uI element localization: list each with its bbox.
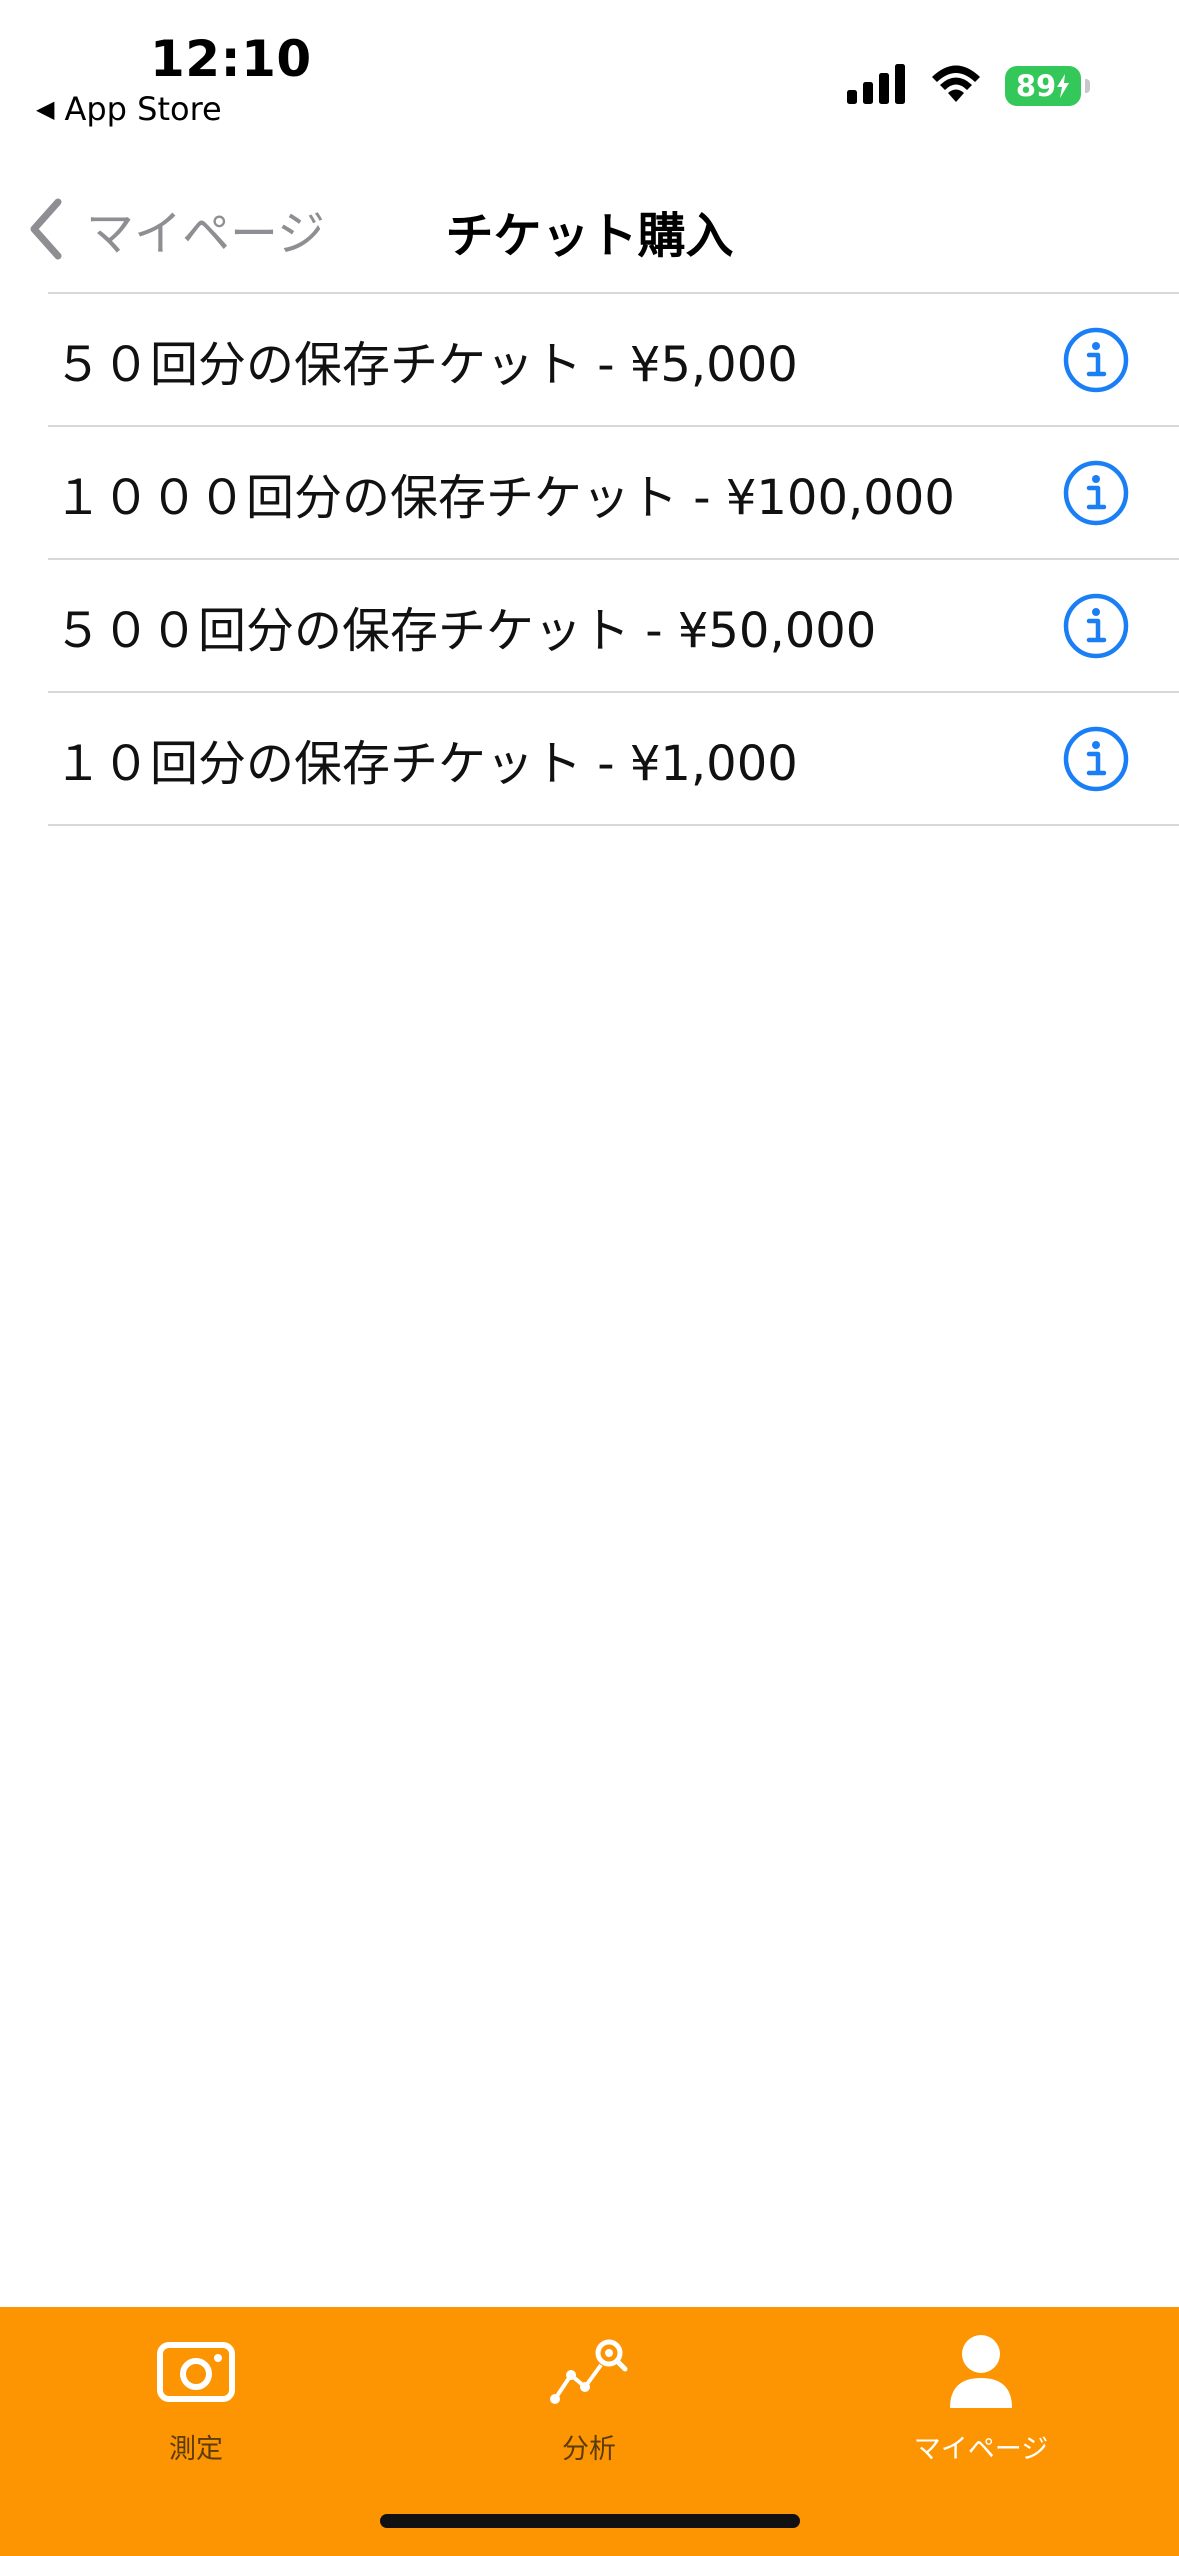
tab-label: 測定: [169, 2434, 223, 2465]
tab-analysis[interactable]: 分析: [459, 2327, 719, 2466]
tab-label: マイページ: [913, 2434, 1049, 2465]
ticket-label: １０００回分の保存チケット - ¥100,000: [54, 469, 955, 526]
ticket-list: ５０回分の保存チケット - ¥5,000 １０００回分の保存チケット - ¥10…: [48, 292, 1179, 826]
status-icons: 89: [847, 64, 1090, 108]
tab-bar: 測定 分析 マイページ: [0, 2307, 1179, 2556]
status-time: 12:10: [150, 30, 312, 88]
person-icon: [946, 2327, 1016, 2417]
ticket-label: ５０回分の保存チケット - ¥5,000: [54, 336, 798, 393]
camera-icon: [157, 2327, 235, 2417]
info-icon: [1063, 460, 1129, 525]
wifi-icon: [929, 64, 983, 108]
status-bar: 12:10 ◀ App Store 89: [0, 0, 1179, 160]
ticket-row-1000[interactable]: １０００回分の保存チケット - ¥100,000: [48, 427, 1179, 560]
info-button[interactable]: [1063, 327, 1129, 393]
info-icon: [1063, 726, 1129, 791]
tab-label: 分析: [562, 2434, 616, 2465]
info-icon: [1063, 327, 1129, 392]
navigation-bar: マイページ チケット購入: [0, 160, 1179, 294]
ticket-label: １０回分の保存チケット - ¥1,000: [54, 735, 798, 792]
info-button[interactable]: [1063, 460, 1129, 526]
page-title: チケット購入: [445, 208, 734, 264]
back-app-label: App Store: [64, 90, 222, 128]
charging-bolt-icon: [1057, 74, 1070, 98]
ticket-row-50[interactable]: ５０回分の保存チケット - ¥5,000: [48, 294, 1179, 427]
home-indicator[interactable]: [380, 2514, 800, 2528]
battery-indicator: 89: [1005, 66, 1090, 106]
analysis-icon: [549, 2327, 629, 2417]
info-button[interactable]: [1063, 726, 1129, 792]
back-triangle-icon: ◀: [36, 95, 55, 123]
cellular-signal-icon: [847, 64, 907, 108]
ticket-row-10[interactable]: １０回分の保存チケット - ¥1,000: [48, 693, 1179, 826]
back-to-app-link[interactable]: ◀ App Store: [36, 90, 222, 128]
info-button[interactable]: [1063, 593, 1129, 659]
info-icon: [1063, 593, 1129, 658]
tab-mypage[interactable]: マイページ: [851, 2327, 1111, 2466]
ticket-row-500[interactable]: ５００回分の保存チケット - ¥50,000: [48, 560, 1179, 693]
ticket-label: ５００回分の保存チケット - ¥50,000: [54, 602, 877, 659]
battery-level: 89: [1015, 69, 1057, 103]
tab-measure[interactable]: 測定: [66, 2327, 326, 2466]
